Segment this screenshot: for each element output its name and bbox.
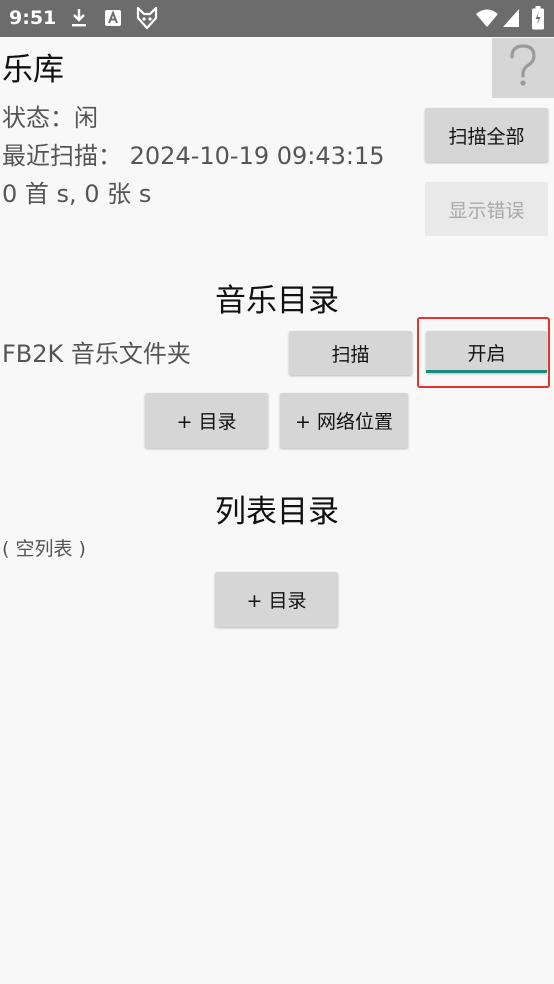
add-list-dir-button[interactable]: + 目录: [215, 572, 338, 627]
add-music-dir-button[interactable]: + 目录: [145, 393, 268, 448]
status-text: 状态：闲: [2, 104, 98, 132]
show-errors-button[interactable]: 显示错误: [425, 182, 548, 236]
a-app-icon: [104, 9, 122, 31]
empty-list-label: ( 空列表 ): [2, 538, 86, 560]
signal-icon: [502, 8, 520, 32]
list-dirs-heading: 列表目录: [215, 494, 339, 530]
music-dirs-heading: 音乐目录: [215, 283, 339, 319]
highlight-box: [417, 317, 550, 388]
scan-all-button[interactable]: 扫描全部: [425, 108, 548, 162]
question-icon: [506, 43, 540, 93]
status-time: 9:51: [9, 7, 57, 29]
status-bar: 9:51: [0, 0, 554, 37]
download-icon: [70, 8, 88, 32]
music-folder-name: FB2K 音乐文件夹: [2, 340, 191, 368]
counts-text: 0 首 s, 0 张 s: [2, 180, 152, 208]
fox-app-icon: [136, 6, 158, 34]
page-title: 乐库: [2, 52, 64, 88]
wifi-icon: [476, 8, 498, 32]
last-scan-text: 最近扫描： 2024-10-19 09:43:15: [2, 142, 385, 170]
help-button[interactable]: [492, 38, 554, 98]
add-network-location-button[interactable]: + 网络位置: [280, 393, 408, 448]
battery-icon: [532, 6, 544, 34]
scan-folder-button[interactable]: 扫描: [289, 331, 412, 375]
